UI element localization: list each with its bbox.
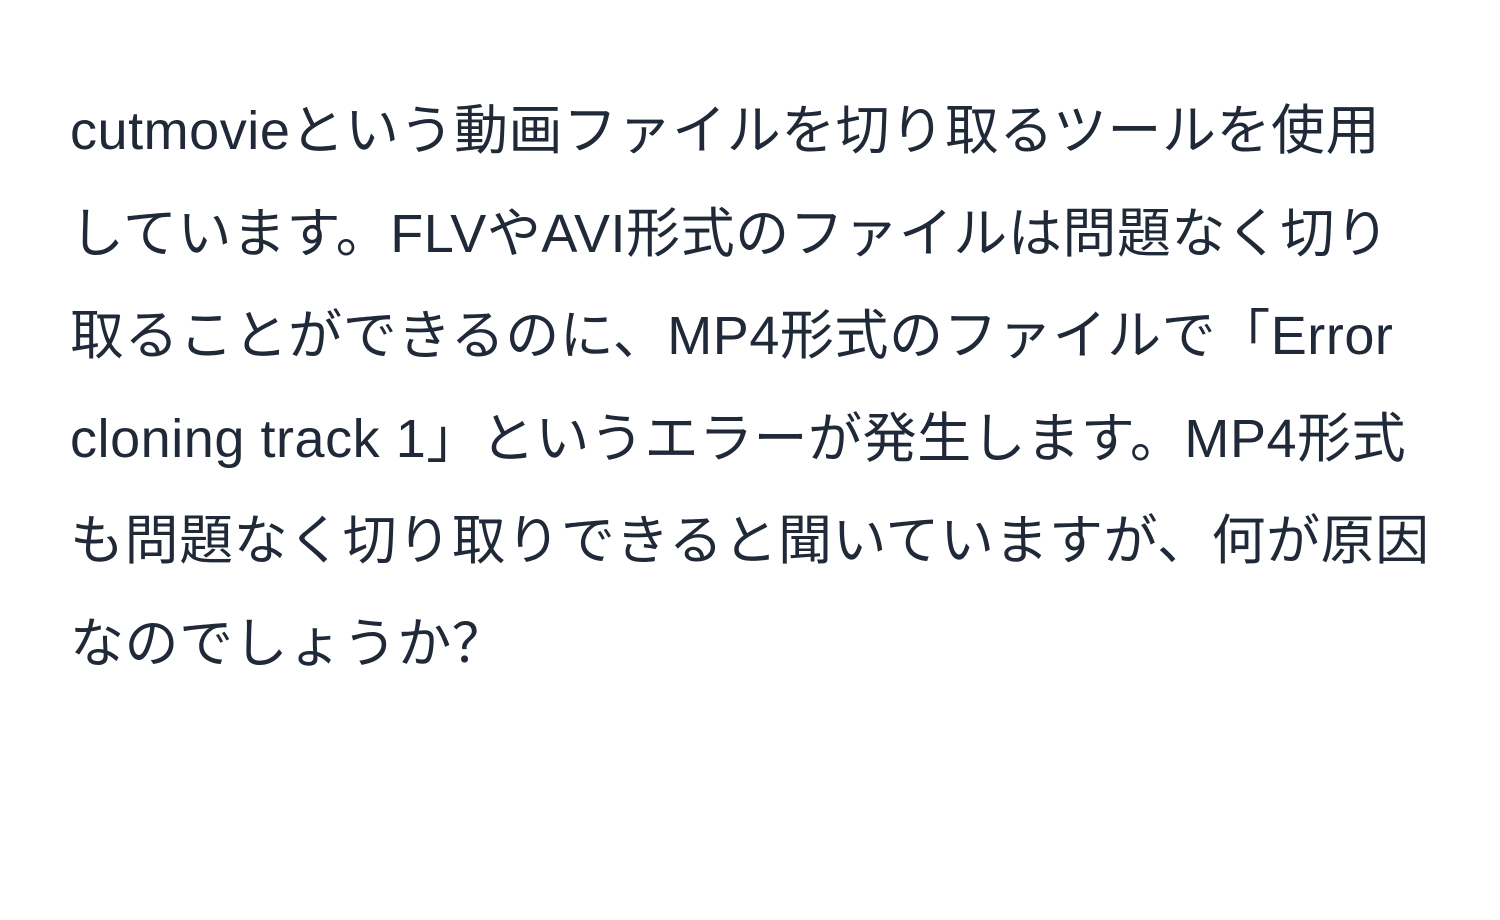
question-paragraph: cutmovieという動画ファイルを切り取るツールを使用しています。FLVやAV… xyxy=(70,80,1430,696)
